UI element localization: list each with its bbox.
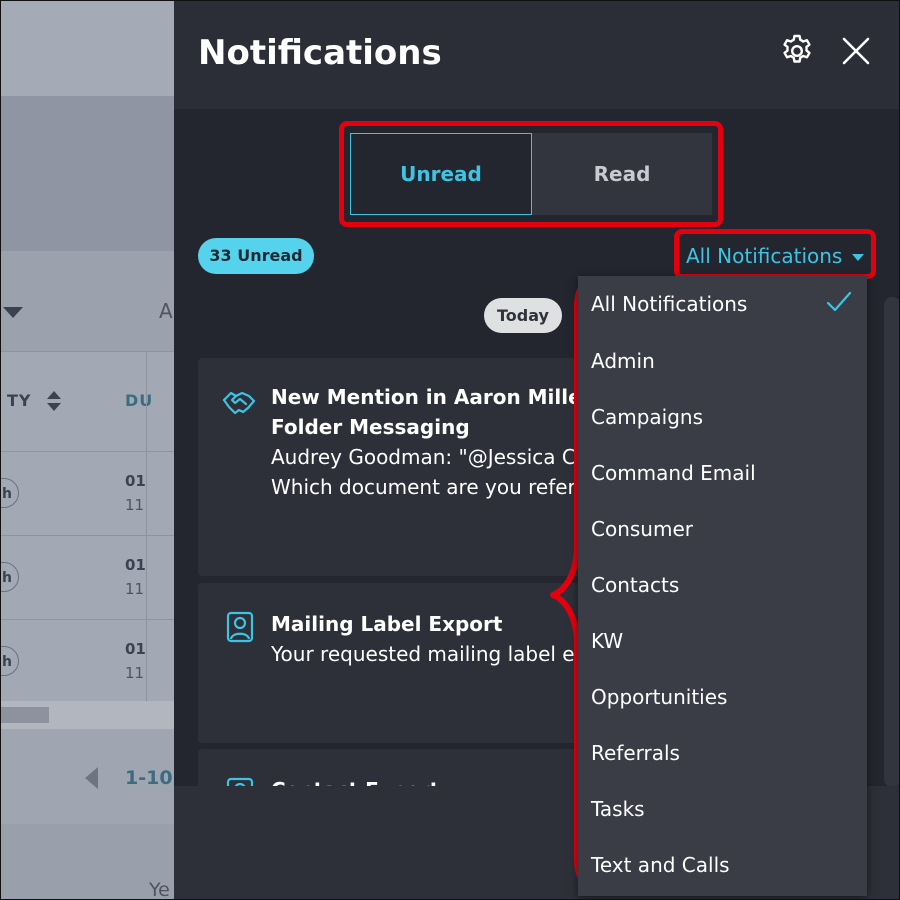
menu-item-all-notifications[interactable]: All Notifications: [578, 276, 867, 332]
partial-label: A: [159, 299, 173, 323]
dropdown-caret-icon: [3, 307, 23, 318]
panel-header: Notifications: [174, 1, 899, 109]
menu-item-admin[interactable]: Admin: [578, 333, 867, 389]
notification-title-line2: Folder Messaging: [271, 415, 470, 439]
tab-unread[interactable]: Unread: [350, 133, 532, 215]
menu-item-command-email[interactable]: Command Email: [578, 445, 867, 501]
notification-filter-menu: All Notifications Admin Campaigns Comman…: [578, 276, 867, 896]
contact-card-icon: [226, 611, 254, 643]
read-status-tabs: Unread Read: [350, 133, 712, 215]
row-value: 01: [125, 472, 146, 490]
check-icon: [826, 291, 852, 312]
menu-item-text-and-calls[interactable]: Text and Calls: [578, 837, 867, 893]
notification-body: Audrey Goodman: "@Jessica Co: [271, 445, 589, 469]
menu-item-contacts[interactable]: Contacts: [578, 557, 867, 613]
notification-title: Mailing Label Export: [271, 612, 503, 636]
vertical-scrollbar[interactable]: [884, 297, 899, 787]
horizontal-scrollbar: [1, 701, 176, 729]
screenshot-frame: A TY DU h 01 11 h 01 11 h 01 11 1-10 Ye …: [0, 0, 900, 900]
menu-item-opportunities[interactable]: Opportunities: [578, 669, 867, 725]
column-header-priority: TY: [7, 391, 32, 410]
notification-body: Your requested mailing label ex: [271, 642, 587, 666]
filter-selected-label: All Notifications: [686, 244, 843, 268]
close-icon[interactable]: [840, 35, 872, 67]
menu-item-kw[interactable]: KW: [578, 613, 867, 669]
handshake-icon: [222, 391, 256, 415]
notification-filter-dropdown[interactable]: All Notifications: [686, 238, 865, 274]
table-row: [1, 535, 176, 620]
caret-down-icon: [852, 253, 865, 261]
menu-item-tasks[interactable]: Tasks: [578, 781, 867, 837]
background-app: A TY DU h 01 11 h 01 11 h 01 11 1-10 Ye: [1, 1, 176, 900]
previous-page-icon: [85, 767, 98, 789]
menu-item-referrals[interactable]: Referrals: [578, 725, 867, 781]
row-value: 01: [125, 556, 146, 574]
column-header-due: DU: [125, 391, 154, 410]
table-row: [1, 619, 176, 704]
page-range: 1-10: [125, 767, 173, 789]
unread-count-badge: 33 Unread: [198, 238, 314, 274]
panel-title: Notifications: [198, 33, 442, 73]
table-row: [1, 451, 176, 536]
tab-read[interactable]: Read: [532, 133, 712, 215]
menu-item-consumer[interactable]: Consumer: [578, 501, 867, 557]
notification-body-line2: Which document are you referr: [271, 475, 584, 499]
row-value: 11: [125, 496, 145, 514]
gear-icon[interactable]: [779, 33, 815, 69]
row-value: 11: [125, 580, 145, 598]
menu-item-campaigns[interactable]: Campaigns: [578, 389, 867, 445]
row-value: 11: [125, 664, 145, 682]
footer-text: Ye: [149, 879, 170, 900]
sort-icon: [47, 391, 61, 411]
row-value: 01: [125, 640, 146, 658]
